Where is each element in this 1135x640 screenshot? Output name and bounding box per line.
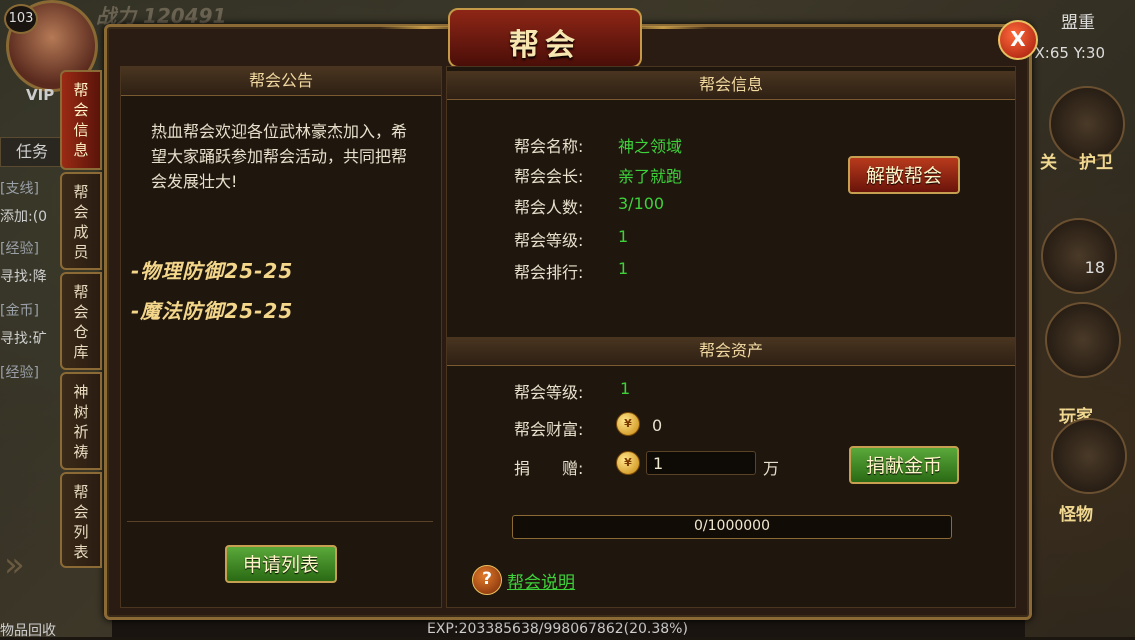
quest-line[interactable]: [经验] <box>0 238 39 258</box>
tab-guild-warehouse[interactable]: 帮 会 仓 库 <box>60 272 102 370</box>
vip-badge[interactable]: VIP <box>26 86 54 104</box>
member-count-label: 帮会人数: <box>514 198 584 217</box>
gold-coin-icon: ¥ <box>616 451 640 475</box>
member-count-value: 3/100 <box>618 194 665 213</box>
assets-level-label: 帮会等级: <box>514 383 584 402</box>
guard-label: 护卫 <box>1079 153 1113 173</box>
guild-notice-section: 帮会公告 热血帮会欢迎各位武林豪杰加入，希望大家踊跃参加帮会活动，共同把帮会发展… <box>120 66 442 608</box>
player-level: 103 <box>4 4 38 34</box>
info-header: 帮会信息 <box>447 71 1015 100</box>
donate-gold-button[interactable]: 捐献金币 <box>849 446 959 484</box>
help-icon[interactable]: ? <box>472 565 502 595</box>
tab-sacred-tree-prayer[interactable]: 神 树 祈 祷 <box>60 372 102 470</box>
exp-readout: EXP:203385638/998067862(20.38%) <box>427 621 688 637</box>
donate-unit: 万 <box>763 459 780 478</box>
assets-header: 帮会资产 <box>447 337 1015 366</box>
donate-label: 捐 赠: <box>514 459 584 478</box>
guild-help-link[interactable]: 帮会说明 <box>507 568 575 593</box>
quest-line[interactable]: [金币] <box>0 300 39 320</box>
disband-guild-button[interactable]: 解散帮会 <box>848 156 960 194</box>
window-title: 帮会 <box>509 28 581 63</box>
guild-leader-value: 亲了就跑 <box>618 167 683 186</box>
skill-icon[interactable] <box>1045 302 1121 378</box>
assets-level-value: 1 <box>620 379 631 398</box>
guild-level-label: 帮会等级: <box>514 231 584 250</box>
tab-guild-list[interactable]: 帮 会 列 表 <box>60 472 102 568</box>
quest-line[interactable]: 寻找:矿 <box>0 328 47 348</box>
potion-icon[interactable] <box>1041 218 1117 294</box>
expand-arrow-icon[interactable]: » <box>4 545 25 585</box>
apply-list-button[interactable]: 申请列表 <box>225 545 337 583</box>
item-recycle-label[interactable]: 物品回收 <box>0 620 56 640</box>
quest-line[interactable]: 添加:(0 <box>0 206 47 226</box>
attack-sword-icon[interactable] <box>1051 418 1127 494</box>
monster-target-label[interactable]: 怪物 <box>1059 500 1093 525</box>
tab-guild-info[interactable]: 帮 会 信 息 <box>60 70 102 170</box>
notice-header: 帮会公告 <box>121 67 441 96</box>
window-titlebar: 帮会 <box>448 8 642 68</box>
task-button[interactable]: 任务 <box>0 137 64 167</box>
tab-guild-members[interactable]: 帮 会 成 员 <box>60 172 102 270</box>
divider <box>127 521 433 522</box>
guild-wealth-label: 帮会财富: <box>514 420 584 439</box>
guild-name-value: 神之领域 <box>618 137 683 156</box>
guild-leader-label: 帮会会长: <box>514 167 584 186</box>
donate-amount-input[interactable]: 1 <box>646 451 756 475</box>
guild-wealth-value: 0 <box>652 416 663 435</box>
map-coordinates: X:65 Y:30 <box>1034 44 1106 62</box>
close-button[interactable]: X <box>998 20 1038 60</box>
progress-text: 0/1000000 <box>694 518 770 534</box>
guild-rank-value: 1 <box>618 259 629 278</box>
guild-name-label: 帮会名称: <box>514 137 584 156</box>
notice-text: 热血帮会欢迎各位武林豪杰加入，希望大家踊跃参加帮会活动，共同把帮会发展壮大! <box>151 122 408 191</box>
quest-line[interactable]: 寻找:降 <box>0 266 47 286</box>
guild-rank-label: 帮会排行: <box>514 263 584 282</box>
potion-count: 18 <box>1084 258 1105 277</box>
guild-level-value: 1 <box>618 227 629 246</box>
gate-label: 关 <box>1040 153 1057 173</box>
gold-coin-icon: ¥ <box>616 412 640 436</box>
guild-wealth-progress-bar: 0/1000000 <box>512 515 952 539</box>
quest-line[interactable]: [支线] <box>0 178 39 198</box>
hud-right: 盟重 X:65 Y:30 护卫 关 18 玩家 怪物 <box>1015 0 1135 637</box>
magic-defense-bonus: -魔法防御25-25 <box>131 299 294 323</box>
physical-defense-bonus: -物理防御25-25 <box>131 259 294 283</box>
map-name: 盟重 <box>1061 13 1095 33</box>
quest-line[interactable]: [经验] <box>0 362 39 382</box>
